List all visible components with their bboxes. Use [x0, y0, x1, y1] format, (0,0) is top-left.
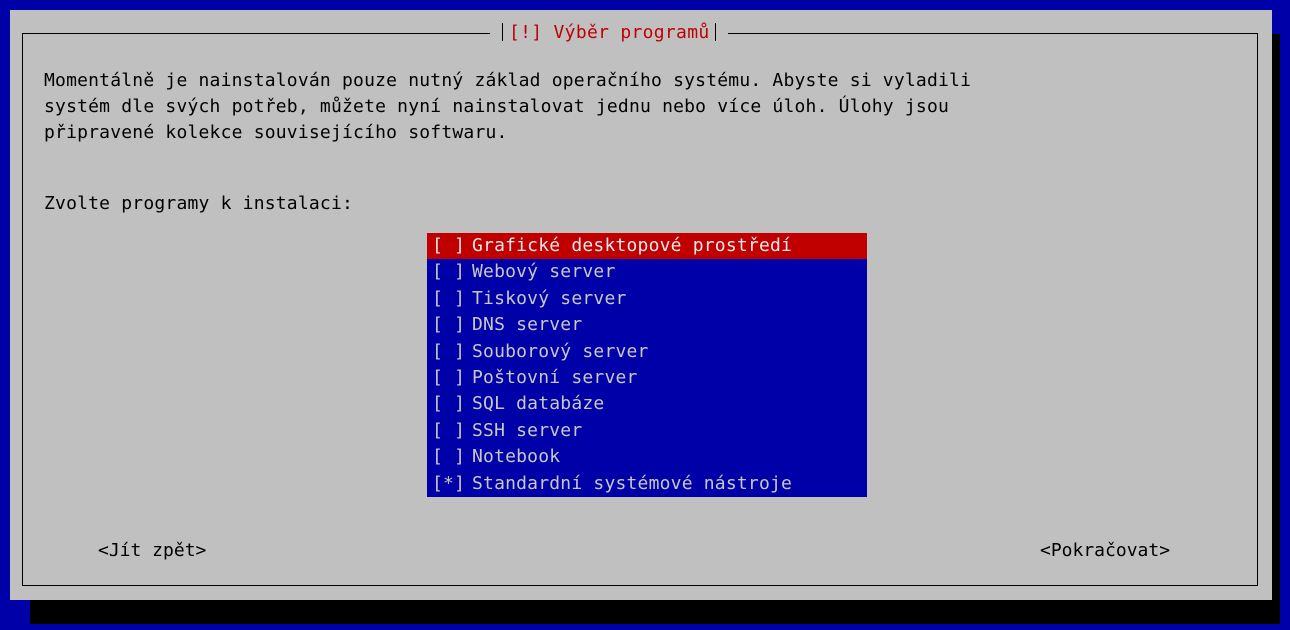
- task-label: Notebook: [472, 446, 561, 468]
- task-label: Tiskový server: [472, 287, 627, 309]
- task-label: Poštovní server: [472, 366, 638, 388]
- task-item-desktop[interactable]: [ ] Grafické desktopové prostředí: [427, 233, 867, 260]
- task-checkbox[interactable]: [ ]: [432, 286, 472, 312]
- task-selection-dialog: [!] Výběr programů Momentálně je nainsta…: [10, 10, 1272, 600]
- description-line: připravené kolekce souvisejícího softwar…: [44, 122, 508, 143]
- task-checkbox[interactable]: [*]: [432, 471, 472, 497]
- task-checkbox[interactable]: [ ]: [432, 233, 472, 259]
- task-checkbox[interactable]: [ ]: [432, 418, 472, 444]
- back-button[interactable]: <Jít zpět>: [98, 538, 206, 564]
- task-checkbox[interactable]: [ ]: [432, 444, 472, 470]
- task-label: SSH server: [472, 419, 583, 441]
- task-label: Grafické desktopové prostředí: [472, 235, 793, 256]
- dialog-title-box: [!] Výběr programů: [490, 21, 729, 45]
- dialog-description: Momentálně je nainstalován pouze nutný z…: [44, 68, 971, 146]
- task-item-dns-server[interactable]: [ ] DNS server: [427, 312, 867, 338]
- task-list[interactable]: [ ] Grafické desktopové prostředí [ ] Webo…: [427, 233, 867, 497]
- task-label: Standardní systémové nástroje: [472, 472, 793, 494]
- title-left-tick: [502, 22, 503, 41]
- task-item-ssh-server[interactable]: [ ] SSH server: [427, 418, 867, 444]
- task-item-print-server[interactable]: [ ] Tiskový server: [427, 286, 867, 312]
- task-item-web-server[interactable]: [ ] Webový server: [427, 259, 867, 285]
- task-checkbox[interactable]: [ ]: [432, 391, 472, 417]
- task-item-mail-server[interactable]: [ ] Poštovní server: [427, 365, 867, 391]
- task-item-notebook[interactable]: [ ] Notebook: [427, 444, 867, 470]
- description-line: systém dle svých potřeb, můžete nyní nai…: [44, 96, 950, 117]
- task-prompt: Zvolte programy k instalaci:: [44, 193, 354, 214]
- task-item-file-server[interactable]: [ ] Souborový server: [427, 339, 867, 365]
- task-checkbox[interactable]: [ ]: [432, 259, 472, 285]
- task-item-standard-tools[interactable]: [*] Standardní systémové nástroje: [427, 471, 867, 497]
- task-label: SQL databáze: [472, 393, 605, 415]
- task-label: DNS server: [472, 314, 583, 336]
- task-item-sql-database[interactable]: [ ] SQL databáze: [427, 391, 867, 417]
- description-line: Momentálně je nainstalován pouze nutný z…: [44, 70, 972, 91]
- title-right-tick: [715, 22, 717, 41]
- dialog-title: [!] Výběr programů: [509, 22, 710, 43]
- task-label: Souborový server: [472, 340, 649, 362]
- continue-button[interactable]: <Pokračovat>: [1040, 538, 1170, 564]
- task-checkbox[interactable]: [ ]: [432, 339, 472, 365]
- task-checkbox[interactable]: [ ]: [432, 312, 472, 338]
- installer-screen: [!] Výběr programů Momentálně je nainsta…: [0, 0, 1290, 630]
- task-checkbox[interactable]: [ ]: [432, 365, 472, 391]
- task-label: Webový server: [472, 261, 616, 283]
